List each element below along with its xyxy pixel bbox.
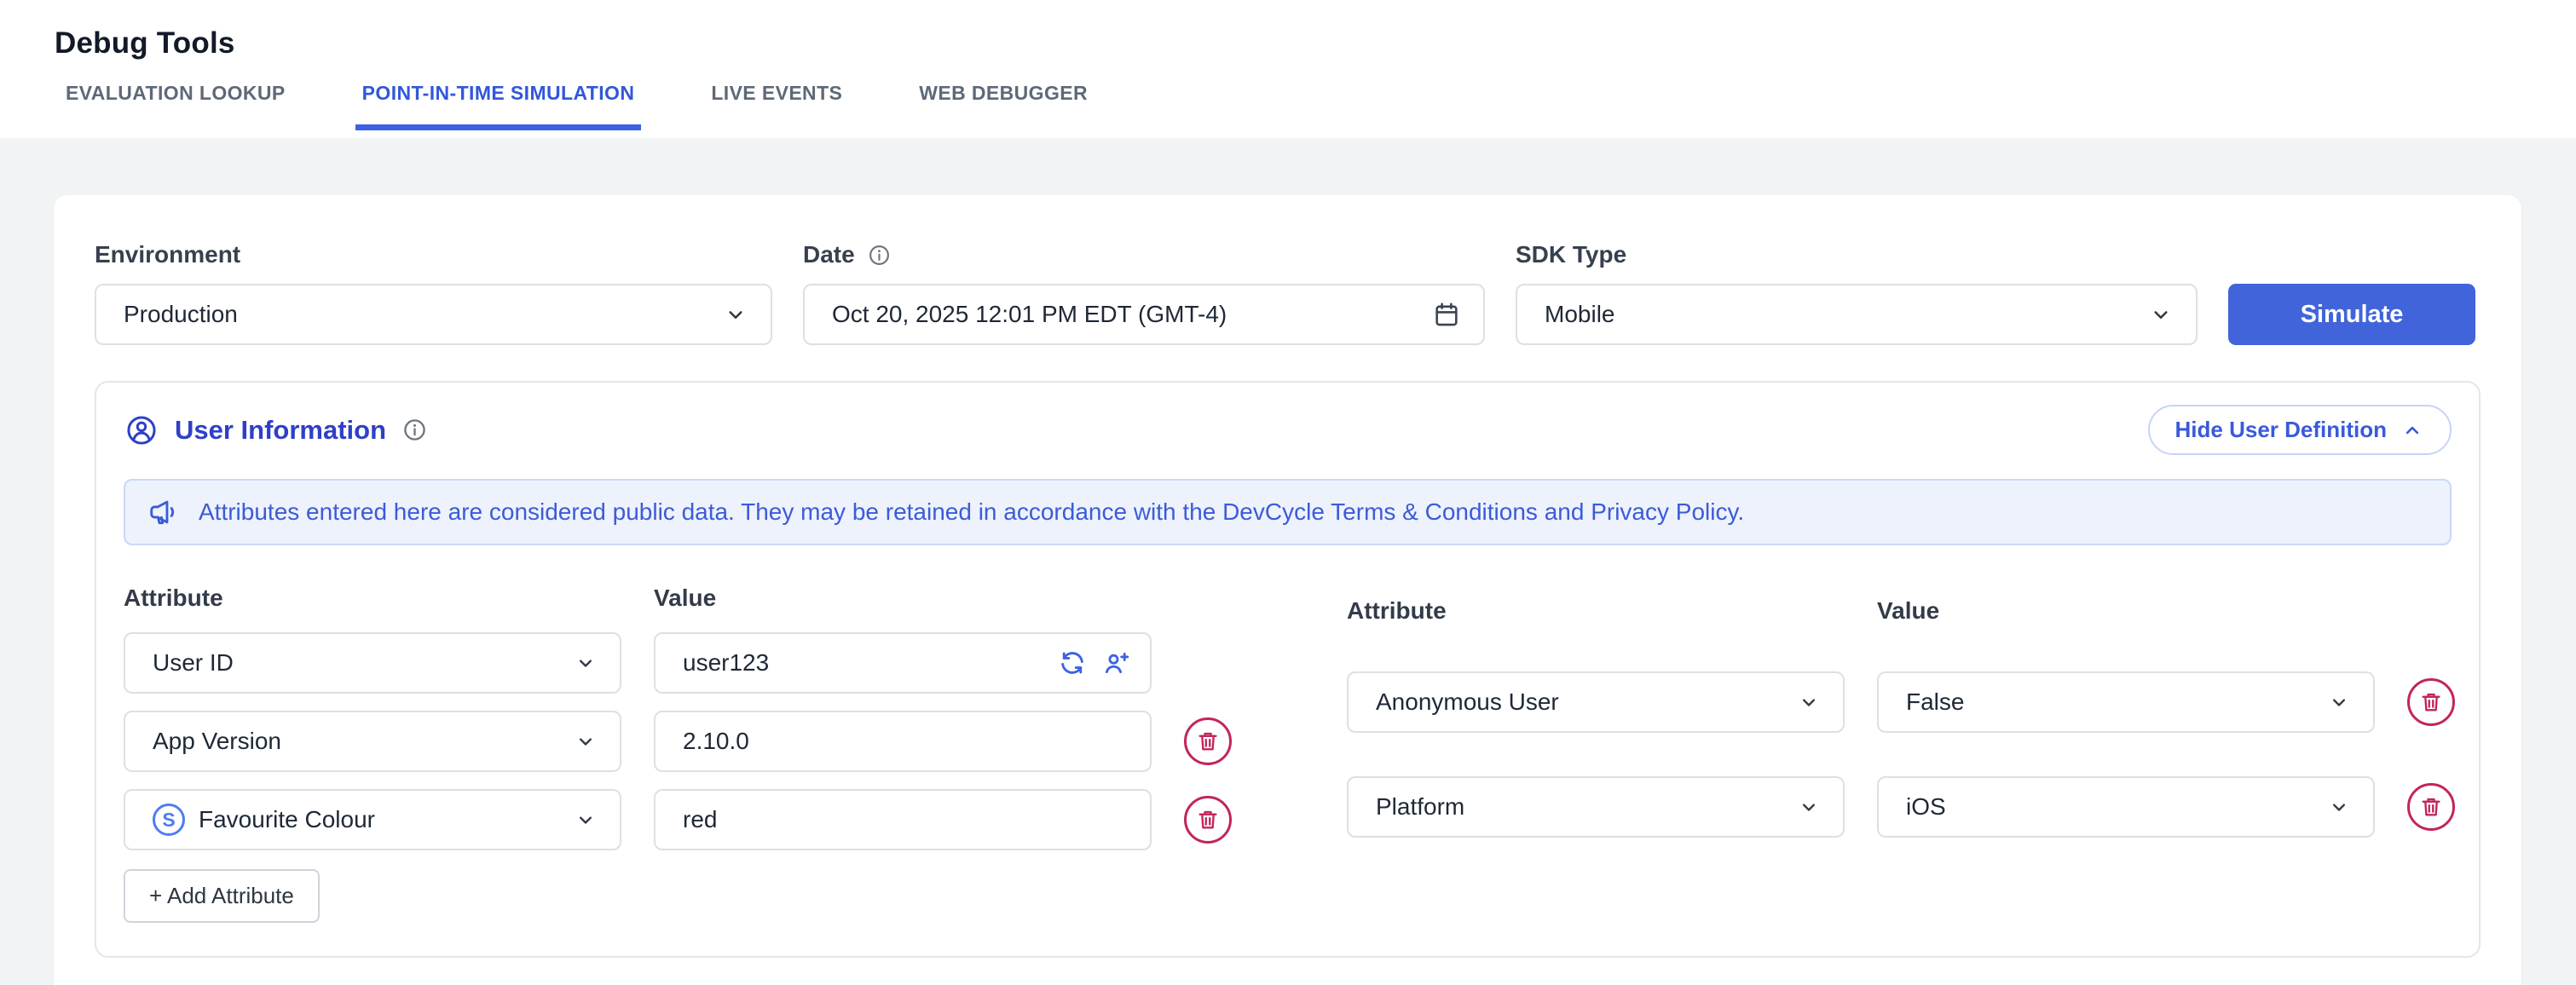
calendar-icon[interactable]	[1432, 300, 1461, 329]
trash-icon	[1195, 807, 1221, 832]
sdk-type-field: SDK Type Mobile	[1516, 241, 2198, 345]
user-circle-icon	[124, 412, 159, 448]
delete-anonymous-user-button[interactable]	[2407, 678, 2455, 726]
anonymous-user-value-select[interactable]: False	[1877, 671, 2375, 733]
environment-value: Production	[124, 301, 238, 328]
value-column-header: Value	[654, 581, 1152, 615]
page-header: Debug Tools EVALUATION LOOKUP POINT-IN-T…	[0, 0, 2576, 138]
environment-label: Environment	[95, 241, 772, 268]
favourite-colour-value-input[interactable]	[654, 789, 1152, 850]
chevron-up-icon	[2400, 418, 2424, 442]
user-information-title: User Information	[175, 415, 386, 446]
date-field: Date Oct 20, 2025 12:01 PM EDT (GMT-4)	[803, 241, 1485, 345]
user-information-panel: User Information Hide User Definition At…	[95, 381, 2481, 958]
chevron-down-icon	[1797, 795, 1821, 819]
app-version-value-input[interactable]	[654, 711, 1152, 772]
megaphone-icon	[147, 496, 180, 528]
page-title: Debug Tools	[0, 0, 2576, 60]
attribute-select-favourite-colour[interactable]: S Favourite Colour	[124, 789, 621, 850]
environment-select[interactable]: Production	[95, 284, 772, 345]
string-type-badge: S	[153, 804, 185, 836]
environment-field: Environment Production	[95, 241, 772, 345]
trash-icon	[2418, 794, 2444, 820]
chevron-down-icon	[574, 808, 598, 832]
sdk-type-label: SDK Type	[1516, 241, 2198, 268]
user-id-value-cell	[654, 632, 1152, 694]
date-value: Oct 20, 2025 12:01 PM EDT (GMT-4)	[832, 301, 1227, 328]
platform-value-select[interactable]: iOS	[1877, 776, 2375, 838]
tab-point-in-time-simulation[interactable]: POINT-IN-TIME SIMULATION	[355, 82, 642, 130]
simulate-button[interactable]: Simulate	[2228, 284, 2475, 345]
attribute-select-platform[interactable]: Platform	[1347, 776, 1845, 838]
chevron-down-icon	[574, 651, 598, 675]
delete-favourite-colour-button[interactable]	[1184, 796, 1232, 844]
attributes-left-column: Attribute Value User ID	[124, 581, 1232, 850]
attribute-select-app-version[interactable]: App Version	[124, 711, 621, 772]
hide-user-definition-button[interactable]: Hide User Definition	[2148, 405, 2452, 455]
chevron-down-icon	[574, 729, 598, 753]
trash-icon	[1195, 729, 1221, 754]
tab-evaluation-lookup[interactable]: EVALUATION LOOKUP	[59, 82, 292, 130]
attributes-grid: Attribute Value User ID	[124, 581, 2452, 850]
regenerate-user-id-icon[interactable]	[1058, 648, 1087, 677]
user-information-header: User Information Hide User Definition	[124, 405, 2452, 455]
public-data-notice-text: Attributes entered here are considered p…	[199, 498, 1744, 526]
attribute-select-anonymous-user[interactable]: Anonymous User	[1347, 671, 1845, 733]
public-data-notice: Attributes entered here are considered p…	[124, 479, 2452, 545]
tab-web-debugger[interactable]: WEB DEBUGGER	[912, 82, 1095, 130]
user-plus-icon[interactable]	[1102, 648, 1131, 677]
date-input[interactable]: Oct 20, 2025 12:01 PM EDT (GMT-4)	[803, 284, 1485, 345]
tab-live-events[interactable]: LIVE EVENTS	[704, 82, 849, 130]
attribute-select-user-id[interactable]: User ID	[124, 632, 621, 694]
chevron-down-icon	[1797, 690, 1821, 714]
tab-bar: EVALUATION LOOKUP POINT-IN-TIME SIMULATI…	[59, 79, 2576, 130]
delete-platform-button[interactable]	[2407, 783, 2455, 831]
add-attribute-button[interactable]: + Add Attribute	[124, 869, 320, 923]
attributes-right-column: Attribute Value Anonymous User False	[1347, 581, 2455, 850]
value-column-header: Value	[1877, 594, 2375, 628]
chevron-down-icon	[723, 302, 748, 327]
info-icon[interactable]	[867, 243, 892, 268]
chevron-down-icon	[2327, 795, 2351, 819]
chevron-down-icon	[2327, 690, 2351, 714]
date-label: Date	[803, 241, 1485, 268]
chevron-down-icon	[2148, 302, 2174, 327]
attribute-column-header: Attribute	[124, 581, 621, 615]
trash-icon	[2418, 689, 2444, 715]
info-icon[interactable]	[401, 417, 428, 443]
delete-app-version-button[interactable]	[1184, 717, 1232, 765]
sdk-type-select[interactable]: Mobile	[1516, 284, 2198, 345]
simulation-controls-row: Environment Production Date Oct 20, 2025…	[95, 241, 2481, 345]
sdk-type-value: Mobile	[1545, 301, 1614, 328]
simulation-card: Environment Production Date Oct 20, 2025…	[54, 195, 2521, 985]
attribute-column-header: Attribute	[1347, 594, 1845, 628]
